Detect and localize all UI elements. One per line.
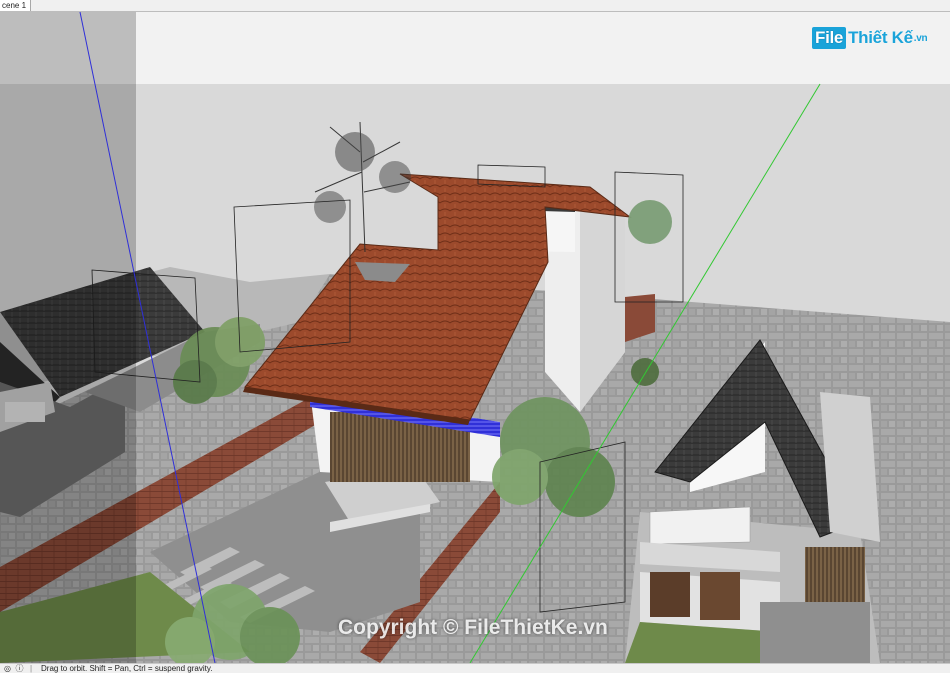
model-canvas[interactable] bbox=[0, 12, 950, 663]
scene-tab-1[interactable]: cene 1 bbox=[0, 0, 32, 11]
status-bar: ◎ ⓘ | Drag to orbit. Shift = Pan, Ctrl =… bbox=[0, 663, 950, 673]
scene-tab-bar: cene 1 bbox=[0, 0, 950, 12]
filethietke-logo: File Thiết Kế .vn bbox=[812, 27, 928, 49]
3d-viewport[interactable]: File Thiết Kế .vn bbox=[0, 12, 950, 663]
copyright-watermark: Copyright © FileThietKe.vn bbox=[338, 616, 608, 639]
globe-icon[interactable]: ◎ bbox=[3, 664, 12, 673]
section-shade bbox=[0, 12, 136, 663]
info-icon[interactable]: ⓘ bbox=[15, 664, 24, 673]
